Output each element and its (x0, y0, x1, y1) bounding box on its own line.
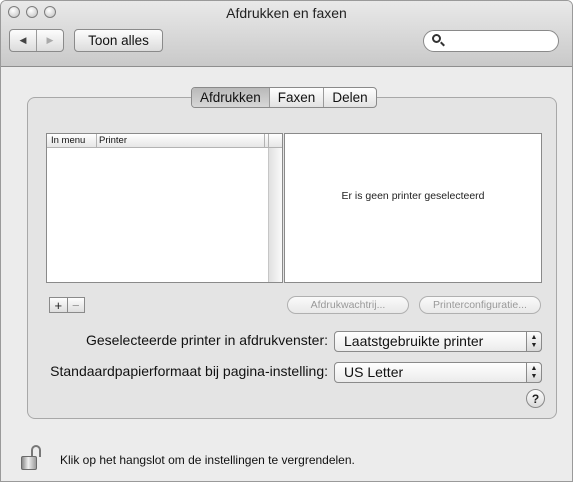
search-field[interactable] (423, 30, 559, 52)
lock-message: Klik op het hangslot om de instellingen … (60, 453, 355, 467)
title-bar: Afdrukken en faxen ◀ ▶ Toon alles (1, 1, 572, 67)
printer-list-header: In menu Printer (47, 134, 282, 148)
tab-afdrukken[interactable]: Afdrukken (192, 88, 269, 107)
column-printer[interactable]: Printer (99, 135, 127, 146)
column-in-menu[interactable]: In menu (51, 135, 85, 146)
selected-printer-popup[interactable]: Laatstgebruikte printer ▲ ▼ (334, 331, 542, 352)
back-forward-control: ◀ ▶ (9, 29, 64, 52)
printer-list-scrollbar[interactable] (268, 148, 282, 282)
paper-size-label: Standaardpapierformaat bij pagina-instel… (50, 363, 328, 379)
printer-list[interactable]: In menu Printer (46, 133, 283, 283)
popup-arrows-icon: ▲ ▼ (526, 362, 542, 383)
selected-printer-label: Geselecteerde printer in afdrukvenster: (85, 332, 328, 348)
padlock-icon[interactable] (21, 445, 43, 471)
printer-setup-button[interactable]: Printerconfiguratie... (419, 296, 541, 314)
preferences-window: Afdrukken en faxen ◀ ▶ Toon alles Afdruk… (0, 0, 573, 482)
remove-printer-button[interactable]: − (66, 298, 85, 312)
printer-detail-panel: Er is geen printer geselecteerd (284, 133, 542, 283)
paper-size-value: US Letter (344, 364, 404, 380)
print-queue-button[interactable]: Afdrukwachtrij... (287, 296, 409, 314)
search-input[interactable] (450, 33, 556, 51)
tab-bar: Afdrukken Faxen Delen (191, 87, 377, 108)
tab-faxen[interactable]: Faxen (268, 88, 324, 107)
forward-arrow-icon[interactable]: ▶ (36, 30, 63, 51)
add-printer-button[interactable]: + (50, 298, 67, 312)
window-title: Afdrukken en faxen (226, 5, 347, 21)
show-all-button[interactable]: Toon alles (74, 29, 163, 52)
paper-size-popup[interactable]: US Letter ▲ ▼ (334, 362, 542, 383)
help-button[interactable]: ? (526, 389, 545, 408)
no-printer-selected-text: Er is geen printer geselecteerd (341, 190, 485, 202)
popup-arrows-icon: ▲ ▼ (526, 331, 542, 352)
back-arrow-icon[interactable]: ◀ (10, 30, 36, 51)
add-remove-control: + − (49, 297, 85, 313)
selected-printer-value: Laatstgebruikte printer (344, 333, 484, 349)
tab-delen[interactable]: Delen (323, 88, 375, 107)
